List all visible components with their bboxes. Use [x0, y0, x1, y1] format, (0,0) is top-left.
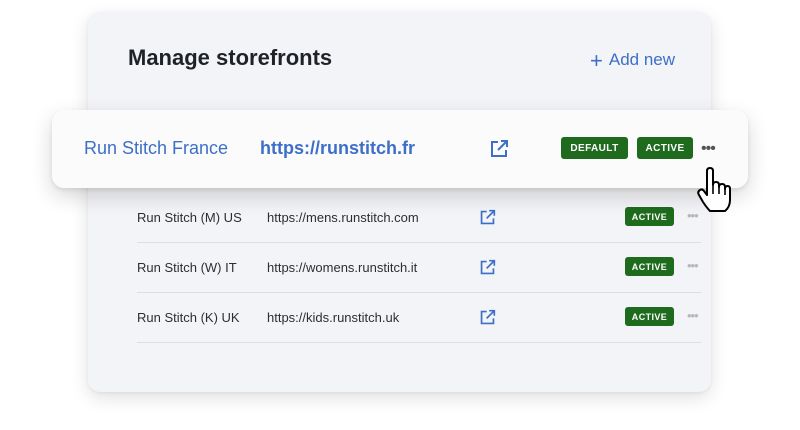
add-new-label: Add new	[608, 50, 676, 69]
store-row-us[interactable]: Run Stitch (M) US https://mens.runstitch…	[137, 193, 701, 243]
store-url[interactable]: https://mens.runstitch.com	[267, 210, 419, 225]
status-badge: ACTIVE	[625, 257, 674, 276]
more-options-icon[interactable]: •••	[687, 308, 699, 323]
store-row-uk[interactable]: Run Stitch (K) UK https://kids.runstitch…	[137, 293, 701, 343]
divider	[137, 342, 701, 343]
status-badge: ACTIVE	[625, 207, 674, 226]
store-url[interactable]: https://kids.runstitch.uk	[267, 310, 399, 325]
page-title: Manage storefronts	[128, 45, 333, 70]
add-new-button[interactable]: + Add new	[590, 47, 676, 73]
store-url[interactable]: https://womens.runstitch.it	[267, 260, 417, 275]
store-row-it[interactable]: Run Stitch (W) IT https://womens.runstit…	[137, 243, 701, 293]
store-name: Run Stitch (W) IT	[137, 260, 237, 275]
hand-pointer-icon	[697, 167, 731, 212]
default-badge: DEFAULT	[561, 137, 628, 159]
more-options-icon[interactable]: •••	[701, 140, 716, 158]
status-badge: ACTIVE	[637, 137, 693, 159]
store-name: Run Stitch (M) US	[137, 210, 242, 225]
store-name: Run Stitch (K) UK	[137, 310, 240, 325]
more-options-icon[interactable]: •••	[687, 258, 699, 273]
plus-icon: +	[590, 47, 603, 73]
external-link-icon[interactable]	[479, 259, 496, 276]
status-badge: ACTIVE	[625, 307, 674, 326]
external-link-icon[interactable]	[479, 209, 496, 226]
featured-store-url[interactable]: https://runstitch.fr	[260, 138, 415, 159]
featured-store-name[interactable]: Run Stitch France	[84, 138, 228, 159]
external-link-icon[interactable]	[489, 139, 509, 159]
external-link-icon[interactable]	[479, 309, 496, 326]
